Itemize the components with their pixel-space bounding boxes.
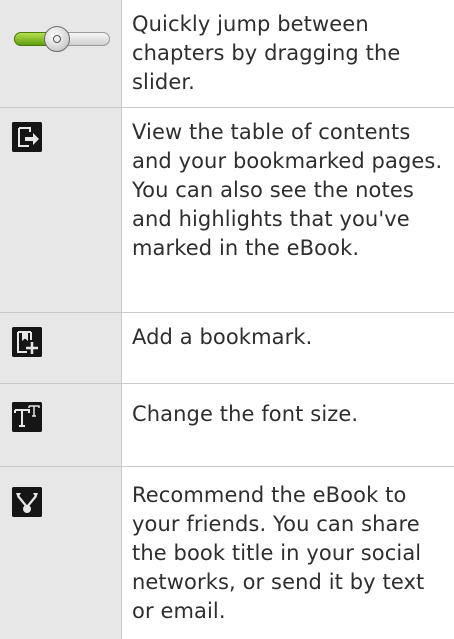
font-size-icon [12,402,42,432]
icon-cell [0,0,122,107]
table-row: Add a bookmark. [0,312,454,383]
table-of-contents-icon [12,122,42,152]
row-description: Change the font size. [122,384,454,466]
table-row: Quickly jump between chapters by draggin… [0,0,454,107]
recommend-share-icon [12,487,42,517]
table-row: View the table of contents and your book… [0,107,454,312]
table-row: Change the font size. [0,383,454,466]
icon-cell [0,384,122,466]
icon-cell [0,108,122,312]
table-row: Recommend the eBook to your friends. You… [0,466,454,639]
row-description: Quickly jump between chapters by draggin… [122,0,454,107]
row-description: View the table of contents and your book… [122,108,454,312]
row-description: Recommend the eBook to your friends. You… [122,467,454,639]
ebook-controls-table: Quickly jump between chapters by draggin… [0,0,454,639]
add-bookmark-icon [12,327,42,357]
icon-cell [0,313,122,383]
slider-icon [12,26,112,54]
icon-cell [0,467,122,639]
row-description: Add a bookmark. [122,313,454,383]
